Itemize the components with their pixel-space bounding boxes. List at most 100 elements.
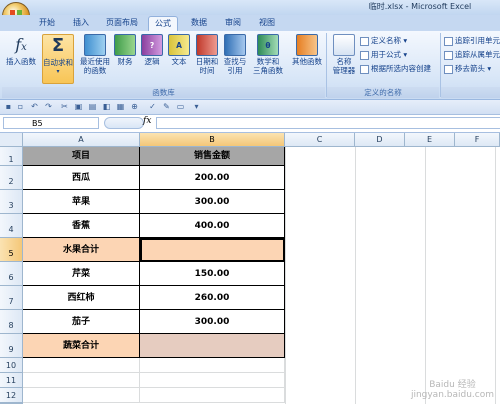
logical-book-icon: ? [141, 34, 163, 56]
autosum-button[interactable]: Σ 自动求和 ▾ [42, 34, 74, 84]
row-header[interactable]: 1 [0, 147, 23, 166]
create-from-selection-icon [360, 64, 369, 74]
row-header[interactable]: 5 [0, 238, 23, 262]
quick-access-toolbar: ▪ ▫ ↶ ↷ ✂ ▣ ▤ ◧ ▦ ⊕ ✓ ✎ ▭ ▾ [0, 100, 500, 115]
cell-a6[interactable]: 芹菜 [23, 262, 140, 286]
row-header[interactable]: 3 [0, 190, 23, 214]
math-trig-button[interactable]: θ 数学和 三角函数 [250, 34, 286, 75]
column-header-f[interactable]: F [455, 133, 500, 147]
row-header[interactable]: 10 [0, 358, 23, 373]
cell-b2[interactable]: 200.00 [140, 166, 285, 190]
column-header-b[interactable]: B [140, 133, 285, 147]
cell-b5-active[interactable] [140, 238, 285, 262]
recent-functions-button[interactable]: 最近使用 的函数 [78, 34, 112, 75]
formula-bar-handle[interactable] [104, 117, 144, 129]
cell-b4[interactable]: 400.00 [140, 214, 285, 238]
logical-button[interactable]: ? 逻辑 [140, 34, 164, 66]
cell-empty[interactable] [140, 358, 285, 373]
column-header-e[interactable]: E [405, 133, 455, 147]
row-header[interactable]: 8 [0, 310, 23, 334]
datetime-book-icon [196, 34, 218, 56]
cell-b9[interactable] [140, 334, 285, 358]
more-functions-button[interactable]: 其他函数 [290, 34, 324, 66]
copy-icon[interactable]: ▣ [74, 102, 83, 111]
tab-data[interactable]: 数据 [184, 16, 214, 31]
watermark: Baidu 经验 jingyan.baidu.com [410, 380, 494, 400]
tab-page-layout[interactable]: 页面布局 [100, 16, 144, 31]
use-in-formula-button[interactable]: 用于公式 ▾ [360, 49, 407, 60]
remove-arrows-button[interactable]: 移去箭头 ▾ [444, 63, 491, 74]
trace-precedents-button[interactable]: 追踪引用单元 [444, 35, 500, 46]
undo-icon[interactable]: ↶ [30, 102, 39, 111]
cut-icon[interactable]: ✂ [60, 102, 69, 111]
cell-a1[interactable]: 项目 [23, 147, 140, 166]
tab-review[interactable]: 审阅 [218, 16, 248, 31]
row-header[interactable]: 12 [0, 388, 23, 403]
redo-icon[interactable]: ↷ [44, 102, 53, 111]
tab-home[interactable]: 开始 [32, 16, 62, 31]
open-icon[interactable]: ▭ [176, 102, 185, 111]
cell-empty[interactable] [23, 373, 140, 388]
chevron-down-icon: ▾ [56, 68, 60, 75]
cell-empty[interactable] [23, 388, 140, 403]
cell-b1[interactable]: 销售金额 [140, 147, 285, 166]
format-painter-icon[interactable]: ✎ [162, 102, 171, 111]
tab-formulas[interactable]: 公式 [148, 16, 178, 31]
group-label-formula-auditing [441, 87, 500, 98]
insert-function-button[interactable]: fx 插入函数 [4, 34, 38, 66]
trace-dependents-button[interactable]: 追踪从属单元 [444, 49, 500, 60]
lookup-button[interactable]: 查找与 引用 [222, 34, 248, 75]
group-label-defined-names: 定义的名称 [327, 87, 439, 98]
row-header[interactable]: 9 [0, 334, 23, 358]
zoom-icon[interactable]: ⊕ [130, 102, 139, 111]
row-header[interactable]: 2 [0, 166, 23, 190]
row-header[interactable]: 7 [0, 286, 23, 310]
cell-b3[interactable]: 300.00 [140, 190, 285, 214]
math-book-icon: θ [257, 34, 279, 56]
empty-cells-area[interactable] [285, 147, 500, 404]
cell-a7[interactable]: 西红柿 [23, 286, 140, 310]
cell-a8[interactable]: 茄子 [23, 310, 140, 334]
spell-check-icon[interactable]: ✓ [148, 102, 157, 111]
customize-qat-icon[interactable]: ▾ [192, 102, 201, 111]
preview-icon[interactable]: ◧ [102, 102, 111, 111]
cell-a3[interactable]: 苹果 [23, 190, 140, 214]
ribbon-tabs: 开始 插入 页面布局 公式 数据 审阅 视图 [0, 15, 500, 31]
cell-b8[interactable]: 300.00 [140, 310, 285, 334]
row-header[interactable]: 11 [0, 373, 23, 388]
column-header-a[interactable]: A [23, 133, 140, 147]
cell-b6[interactable]: 150.00 [140, 262, 285, 286]
column-header-c[interactable]: C [285, 133, 355, 147]
name-box[interactable]: B5 [3, 117, 99, 129]
cell-empty[interactable] [140, 388, 285, 403]
group-label-function-library: 函数库 [2, 87, 325, 98]
name-manager-button[interactable]: 名称 管理器 [330, 34, 358, 75]
formula-input[interactable] [156, 117, 500, 129]
cell-b7[interactable]: 260.00 [140, 286, 285, 310]
create-from-selection-button[interactable]: 根据所选内容创建 [360, 63, 431, 74]
text-book-icon: A [168, 34, 190, 56]
cell-a9[interactable]: 蔬菜合计 [23, 334, 140, 358]
cell-a2[interactable]: 西瓜 [23, 166, 140, 190]
define-name-button[interactable]: 定义名称 ▾ [360, 35, 407, 46]
paste-icon[interactable]: ▤ [88, 102, 97, 111]
save-icon[interactable]: ▪ [4, 102, 13, 111]
text-button[interactable]: A 文本 [168, 34, 190, 66]
row-header[interactable]: 6 [0, 262, 23, 286]
table-icon[interactable]: ▦ [116, 102, 125, 111]
financial-button[interactable]: 财务 [114, 34, 136, 66]
tab-insert[interactable]: 插入 [66, 16, 96, 31]
datetime-button[interactable]: 日期和 时间 [194, 34, 220, 75]
cell-a5[interactable]: 水果合计 [23, 238, 140, 262]
cell-a4[interactable]: 香蕉 [23, 214, 140, 238]
cell-empty[interactable] [140, 373, 285, 388]
print-icon[interactable]: ▫ [16, 102, 25, 111]
cell-empty[interactable] [23, 358, 140, 373]
column-header-d[interactable]: D [355, 133, 405, 147]
select-all-corner[interactable] [0, 133, 23, 147]
ribbon: fx 插入函数 Σ 自动求和 ▾ 最近使用 的函数 财务 ? 逻辑 A 文本 日… [0, 31, 500, 100]
insert-function-icon[interactable]: fx [143, 116, 151, 126]
row-header[interactable]: 4 [0, 214, 23, 238]
tab-view[interactable]: 视图 [252, 16, 282, 31]
sigma-icon: Σ [51, 35, 65, 56]
